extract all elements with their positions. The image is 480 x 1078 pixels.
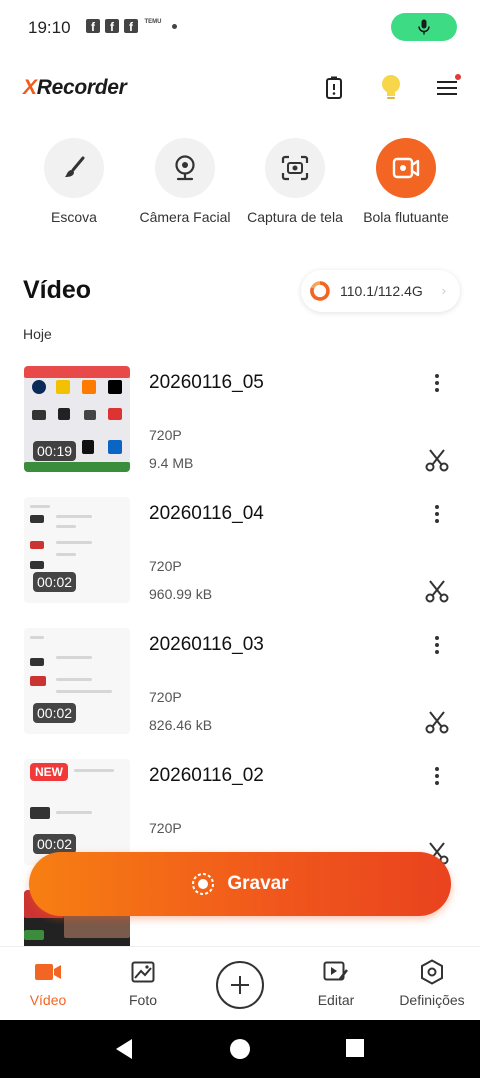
back-icon[interactable] xyxy=(114,1038,134,1065)
tool-screenshot[interactable]: Captura de tela xyxy=(235,138,355,225)
video-item[interactable]: 00:19 20260116_05 720P 9.4 MB xyxy=(0,366,480,472)
screenshot-icon xyxy=(265,138,325,198)
tool-label: Captura de tela xyxy=(247,209,343,225)
video-name: 20260116_03 xyxy=(149,634,264,655)
video-name: 20260116_04 xyxy=(149,503,264,524)
new-badge: NEW xyxy=(30,763,68,781)
scissors-icon[interactable] xyxy=(425,579,449,603)
nav-label: Foto xyxy=(128,992,157,1008)
video-duration: 00:02 xyxy=(33,834,77,854)
video-resolution: 720P xyxy=(149,689,182,705)
video-duration: 00:02 xyxy=(33,572,77,592)
nav-edit[interactable]: Editar xyxy=(296,959,376,1008)
storage-text: 110.1/112.4G xyxy=(340,283,423,299)
video-thumbnail[interactable]: 00:02 xyxy=(24,628,130,734)
status-time: 19:10 xyxy=(28,18,71,37)
video-thumbnail[interactable]: 00:02 xyxy=(24,497,130,603)
facebook-notification-icon: f xyxy=(105,19,119,33)
video-item[interactable]: NEW 00:02 20260116_02 720P xyxy=(0,759,480,865)
video-name: 20260116_02 xyxy=(149,765,264,786)
tool-label: Câmera Facial xyxy=(139,209,231,225)
tool-floating-ball[interactable]: Bola flutuante xyxy=(346,138,466,225)
section-title: Vídeo xyxy=(23,276,92,304)
edit-video-icon xyxy=(296,959,376,985)
video-item[interactable]: 00:02 20260116_04 720P 960.99 kB xyxy=(0,497,480,603)
video-size: 826.46 kB xyxy=(149,717,213,733)
video-thumbnail[interactable]: NEW 00:02 xyxy=(24,759,130,865)
nav-photo[interactable]: Foto xyxy=(103,959,183,1008)
add-button[interactable] xyxy=(216,961,264,1009)
nav-label: Definições xyxy=(399,992,465,1008)
video-duration: 00:19 xyxy=(33,441,77,461)
settings-hexagon-icon xyxy=(392,959,472,985)
more-options-icon[interactable] xyxy=(426,503,448,525)
video-size: 960.99 kB xyxy=(149,586,213,602)
webcam-icon xyxy=(155,138,215,198)
video-resolution: 720P xyxy=(149,427,182,443)
temu-notification-icon: TEMU xyxy=(144,19,162,25)
nav-video[interactable]: Vídeo xyxy=(8,959,88,1008)
facebook-notification-icon: f xyxy=(86,19,100,33)
mic-in-use-indicator[interactable] xyxy=(391,13,457,41)
video-duration: 00:02 xyxy=(33,703,77,723)
storage-indicator[interactable]: 110.1/112.4G › xyxy=(301,270,460,312)
floating-ball-icon xyxy=(376,138,436,198)
tool-brush[interactable]: Escova xyxy=(14,138,134,225)
nav-label: Vídeo xyxy=(29,992,67,1008)
scissors-icon[interactable] xyxy=(425,448,449,472)
video-resolution: 720P xyxy=(149,558,182,574)
more-options-icon[interactable] xyxy=(426,634,448,656)
more-notifications-dot-icon xyxy=(172,23,177,29)
facebook-notification-icon: f xyxy=(124,19,138,33)
menu-icon[interactable] xyxy=(433,74,461,102)
app-header: XRecorder xyxy=(0,60,480,116)
recording-alert-icon[interactable] xyxy=(320,74,348,102)
date-group-label: Hoje xyxy=(23,326,52,342)
bottom-nav: Vídeo Foto Editar Definições xyxy=(0,946,480,1020)
mic-icon xyxy=(418,19,430,35)
status-bar: 19:10 f f f TEMU xyxy=(0,0,480,56)
video-camera-icon xyxy=(8,959,88,985)
record-icon xyxy=(192,873,215,895)
record-button-label: Gravar xyxy=(227,873,289,894)
recents-icon[interactable] xyxy=(346,1038,364,1063)
scissors-icon[interactable] xyxy=(425,710,449,734)
record-button[interactable]: Gravar xyxy=(29,852,451,916)
home-icon[interactable] xyxy=(229,1038,251,1065)
tool-face-camera[interactable]: Câmera Facial xyxy=(125,138,245,225)
video-thumbnail[interactable]: 00:19 xyxy=(24,366,130,472)
video-resolution: 720P xyxy=(149,820,182,836)
plus-icon xyxy=(231,976,249,994)
nav-label: Editar xyxy=(317,992,355,1008)
photo-icon xyxy=(103,959,183,985)
system-navigation-bar xyxy=(0,1020,480,1078)
lightbulb-icon[interactable] xyxy=(377,74,405,102)
video-item[interactable]: 00:02 20260116_03 720P 826.46 kB xyxy=(0,628,480,734)
tools-row: Escova Câmera Facial Captura de tela Bol… xyxy=(0,138,480,233)
nav-settings[interactable]: Definições xyxy=(392,959,472,1008)
storage-ring-icon xyxy=(310,281,330,301)
video-size: 9.4 MB xyxy=(149,455,194,471)
menu-notification-dot xyxy=(455,74,461,80)
app-logo: XRecorder xyxy=(23,76,127,99)
video-name: 20260116_05 xyxy=(149,372,264,393)
more-options-icon[interactable] xyxy=(426,765,448,787)
tool-label: Escova xyxy=(51,209,97,225)
chevron-right-icon: › xyxy=(441,283,446,298)
tool-label: Bola flutuante xyxy=(363,209,449,225)
brush-icon xyxy=(44,138,104,198)
more-options-icon[interactable] xyxy=(426,372,448,394)
notification-icons: f f f TEMU xyxy=(86,19,177,33)
